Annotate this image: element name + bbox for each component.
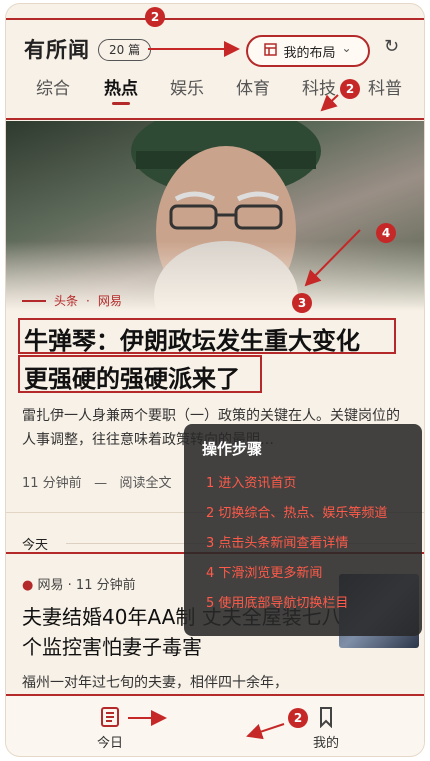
story-summary: 福州一对年过七旬的夫妻，相伴四十余年， [22,675,288,691]
article-count-badge: 20 篇 [98,39,152,61]
lead-story-headline-line2[interactable]: 更强硬的强硬派来了 [24,359,240,394]
annotation-line-hero [6,118,424,120]
nav-mine-label: 我的 [312,736,339,751]
tab-sports[interactable]: 体育 [236,74,270,99]
steps-overlay: 操作步骤 1 进入资讯首页 2 切换综合、热点、娱乐等频道 3 点击头条新闻查看… [184,424,422,636]
lead-story-time: 11 分钟前 [22,476,82,491]
annotation-marker: 2 [288,708,308,728]
step-item: 1 进入资讯首页 [206,476,297,491]
tab-hot[interactable]: 热点 [104,74,138,99]
tab-general[interactable]: 综合 [36,74,70,99]
app-frame: 有所闻 20 篇 我的布局 ⌄ ↻ 综合 热点 娱乐 体育 科技 科普 头条 ·… [6,4,424,756]
overlay-title: 操作步骤 [202,440,263,458]
layout-icon [264,42,278,60]
newspaper-icon [80,706,140,732]
annotation-marker: 4 [376,223,396,243]
chevron-down-icon: ⌄ [341,41,352,55]
step-item: 5 使用底部导航切换栏目 [206,596,349,611]
lead-story-meta: 头条 · 网易 [22,292,122,309]
step-item: 3 点击头条新闻查看详情 [206,536,349,551]
lead-story-source: 头条 [54,294,79,308]
nav-today[interactable]: 今日 [80,706,140,751]
tab-tech[interactable]: 科技 [302,74,336,99]
channel-tabs: 综合 热点 娱乐 体育 科技 科普 [6,74,424,105]
read-full-link[interactable]: 阅读全文 [120,476,172,491]
nav-today-label: 今日 [96,736,123,751]
my-layout-label: 我的布局 [283,45,336,61]
lead-story-image[interactable] [6,121,424,311]
story-time: 11 分钟前 [75,578,136,593]
active-tab-indicator [112,102,130,105]
tab-science[interactable]: 科普 [368,74,402,99]
my-layout-button[interactable]: 我的布局 ⌄ [246,35,370,67]
lead-story-outlet: 网易 [97,294,122,308]
refresh-icon[interactable]: ↻ [384,36,399,57]
lead-story-byline: 11 分钟前 — 阅读全文 [22,476,172,491]
section-today-label: 今天 [22,538,49,553]
story-meta: ● 网易 · 11 分钟前 [22,578,136,593]
bullet-icon: ● [22,578,34,593]
app-title: 有所闻 [24,38,90,62]
step-item: 2 切换综合、热点、娱乐等频道 [206,506,388,521]
story-source: 网易 [37,578,64,593]
bottom-nav: 今日 我的 [6,696,424,756]
header: 有所闻 20 篇 我的布局 ⌄ ↻ 综合 热点 娱乐 体育 科技 科普 [6,4,424,116]
lead-story-headline-line1[interactable]: 牛弹琴：伊朗政坛发生重大变化 [24,321,360,356]
annotation-marker: 2 [145,7,165,27]
annotation-marker: 3 [292,293,312,313]
annotation-marker: 2 [340,79,360,99]
tab-entertainment[interactable]: 娱乐 [170,74,204,99]
step-item: 4 下滑浏览更多新闻 [206,566,323,581]
